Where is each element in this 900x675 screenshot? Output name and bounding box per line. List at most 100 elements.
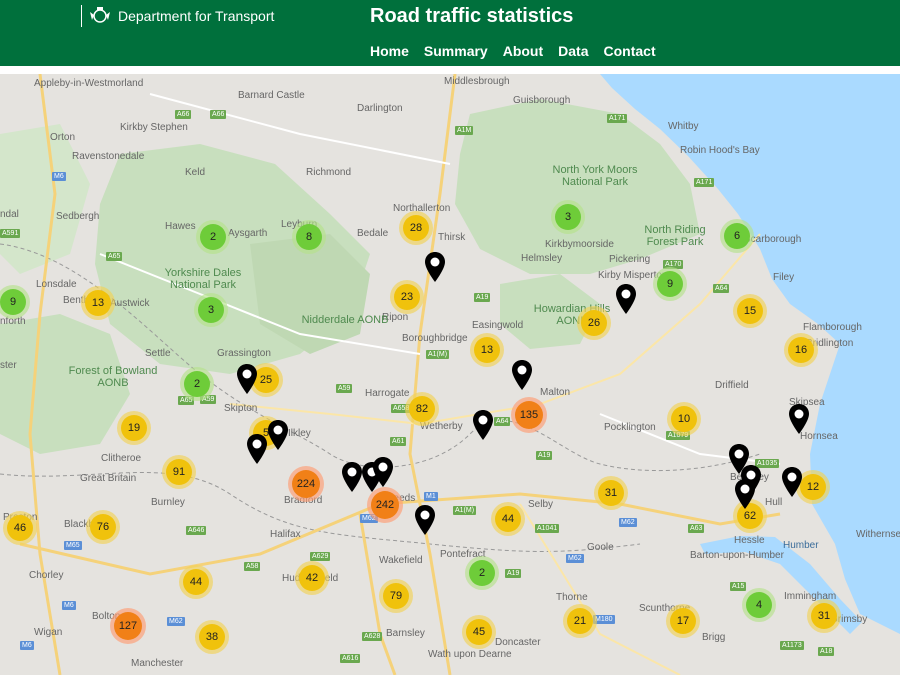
place-label: Sedbergh [56, 211, 100, 222]
cluster-yellow[interactable]: 17 [670, 608, 696, 634]
cluster-yellow[interactable]: 44 [495, 506, 521, 532]
cluster-orange[interactable]: 127 [114, 612, 142, 640]
place-label: Bedale [357, 228, 389, 239]
traffic-map[interactable]: Appleby-in-Westmorland Barnard Castle Midd… [0, 74, 900, 675]
place-label: Easingwold [472, 320, 524, 331]
cluster-green[interactable]: 2 [184, 371, 210, 397]
road-shield: A628 [362, 632, 383, 641]
cluster-green[interactable]: 9 [657, 271, 683, 297]
place-label: Kirkbymoorside [545, 239, 614, 250]
cluster-yellow[interactable]: 21 [567, 608, 593, 634]
cluster-green[interactable]: 3 [198, 297, 224, 323]
place-label: Lonsdale [36, 279, 77, 290]
location-pin-icon[interactable] [372, 456, 394, 488]
road-shield: M62 [167, 617, 185, 626]
place-label: Aysgarth [228, 228, 268, 239]
cluster-yellow[interactable]: 76 [90, 514, 116, 540]
cluster-yellow[interactable]: 91 [166, 459, 192, 485]
cluster-yellow[interactable]: 28 [403, 215, 429, 241]
cluster-orange[interactable]: 224 [292, 470, 320, 498]
cluster-yellow[interactable]: 13 [85, 290, 111, 316]
road-shield: A170 [663, 260, 684, 269]
cluster-green[interactable]: 4 [746, 592, 772, 618]
place-label: Kirkby Stephen [120, 122, 188, 133]
place-label: Great Britain [80, 473, 137, 484]
location-pin-icon[interactable] [472, 409, 494, 441]
cluster-yellow[interactable]: 13 [474, 337, 500, 363]
road-shield: A66 [210, 110, 227, 119]
road-shield: A59 [336, 384, 353, 393]
road-shield: M1 [424, 492, 438, 501]
cluster-yellow[interactable]: 44 [183, 569, 209, 595]
road-shield: A18 [818, 647, 835, 656]
royal-crest-icon [90, 7, 110, 23]
cluster-yellow[interactable]: 10 [671, 406, 697, 432]
place-label: Hull [765, 497, 783, 508]
cluster-yellow[interactable]: 31 [811, 603, 837, 629]
road-shield: A65 [178, 396, 195, 405]
cluster-yellow[interactable]: 45 [466, 619, 492, 645]
place-label: Goole [587, 542, 614, 553]
location-pin-icon[interactable] [424, 251, 446, 283]
place-label: Pocklington [604, 422, 656, 433]
location-pin-icon[interactable] [615, 283, 637, 315]
cluster-yellow[interactable]: 82 [409, 396, 435, 422]
location-pin-icon[interactable] [781, 466, 803, 498]
cluster-yellow[interactable]: 79 [383, 583, 409, 609]
nav-about[interactable]: About [503, 43, 543, 59]
nav-home[interactable]: Home [370, 43, 409, 59]
road-shield: A591 [0, 229, 21, 238]
cluster-yellow[interactable]: 38 [199, 624, 225, 650]
road-shield: A171 [607, 114, 628, 123]
department-name: Department for Transport [118, 8, 275, 24]
nav-data[interactable]: Data [558, 43, 588, 59]
location-pin-icon[interactable] [788, 403, 810, 435]
road-shield: A19 [505, 569, 522, 578]
road-shield: A171 [694, 178, 715, 187]
road-shield: A65 [106, 252, 123, 261]
cluster-orange[interactable]: 242 [371, 491, 399, 519]
cluster-yellow[interactable]: 12 [800, 474, 826, 500]
cluster-yellow[interactable]: 19 [121, 415, 147, 441]
main-nav: Home Summary About Data Contact [370, 43, 656, 59]
location-pin-icon[interactable] [734, 478, 756, 510]
place-label: Withernsea [856, 529, 900, 540]
nav-summary[interactable]: Summary [424, 43, 488, 59]
department-logo-link[interactable]: Department for Transport [81, 5, 274, 27]
location-pin-icon[interactable] [236, 363, 258, 395]
road-shield: A19 [536, 451, 553, 460]
location-pin-icon[interactable] [267, 419, 289, 451]
park-label: North York Moors National Park [552, 164, 638, 188]
place-label: Brigg [702, 632, 726, 643]
place-label: Barton-upon-Humber [690, 550, 784, 561]
cluster-orange[interactable]: 135 [515, 401, 543, 429]
place-label: Doncaster [495, 637, 541, 648]
place-label: Keld [185, 167, 206, 178]
cluster-yellow[interactable]: 31 [598, 480, 624, 506]
nav-contact[interactable]: Contact [604, 43, 656, 59]
cluster-yellow[interactable]: 15 [737, 298, 763, 324]
place-label: Clitheroe [101, 453, 142, 464]
cluster-green[interactable]: 9 [0, 289, 26, 315]
road-shield: A1173 [780, 641, 804, 650]
cluster-yellow[interactable]: 16 [788, 337, 814, 363]
cluster-green[interactable]: 3 [555, 204, 581, 230]
road-shield: A58 [244, 562, 261, 571]
cluster-yellow[interactable]: 42 [299, 565, 325, 591]
cluster-yellow[interactable]: 26 [581, 310, 607, 336]
cluster-green[interactable]: 6 [724, 223, 750, 249]
cluster-yellow[interactable]: 46 [7, 515, 33, 541]
location-pin-icon[interactable] [511, 359, 533, 391]
cluster-green[interactable]: 2 [469, 560, 495, 586]
place-label: Darlington [357, 103, 403, 114]
location-pin-icon[interactable] [341, 461, 363, 493]
place-label: Wath upon Dearne [428, 649, 512, 660]
place-label: Pickering [609, 254, 651, 265]
cluster-yellow[interactable]: 23 [394, 284, 420, 310]
location-pin-icon[interactable] [246, 433, 268, 465]
cluster-green[interactable]: 2 [200, 224, 226, 250]
site-title[interactable]: Road traffic statistics [370, 5, 573, 28]
location-pin-icon[interactable] [414, 504, 436, 536]
place-label: Scarborough [744, 234, 802, 245]
cluster-green[interactable]: 8 [296, 224, 322, 250]
